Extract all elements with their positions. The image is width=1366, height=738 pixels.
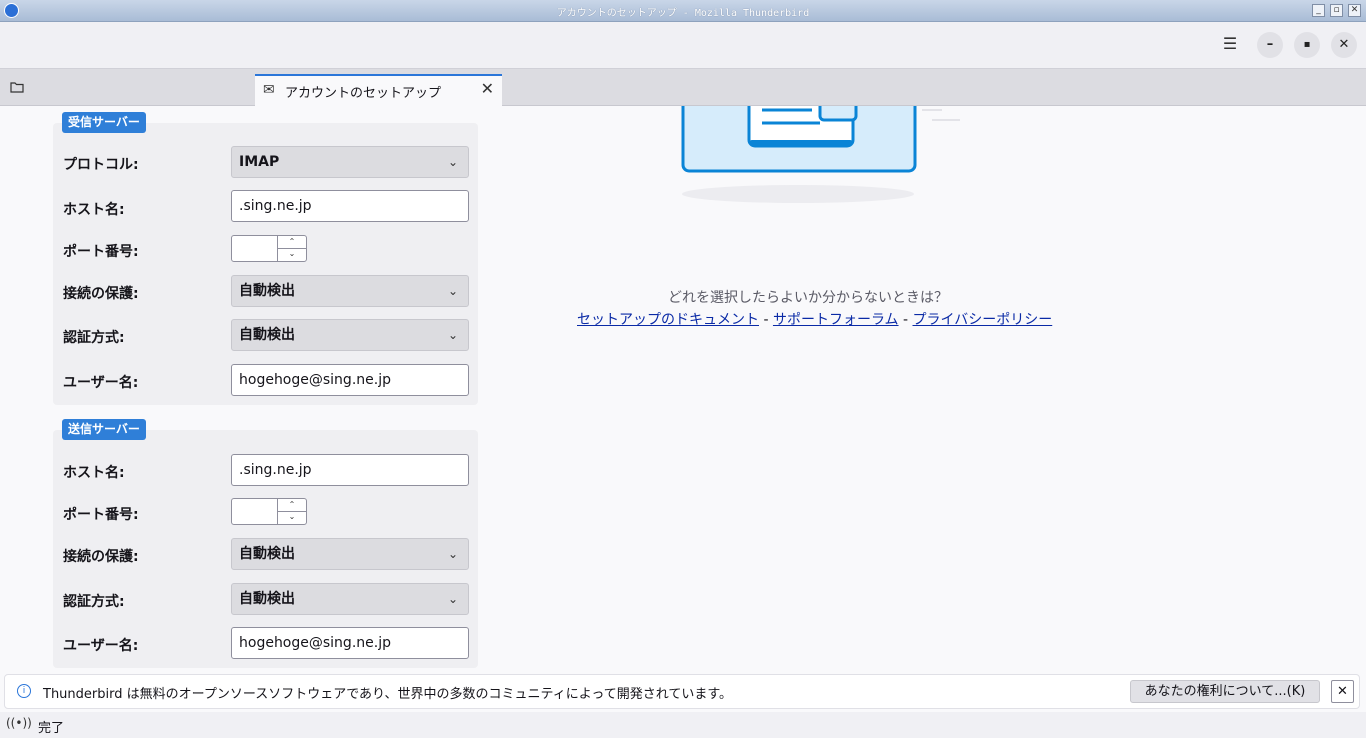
outgoing-security-label: 接続の保護: <box>63 549 139 565</box>
incoming-auth-value: 自動検出 <box>239 327 295 343</box>
incoming-port-arrows: ⌃ ⌄ <box>277 236 306 261</box>
outgoing-hostname-input[interactable]: .sing.ne.jp <box>231 454 469 486</box>
close-button[interactable]: ✕ <box>1331 32 1357 58</box>
know-your-rights-button[interactable]: あなたの権利について...(K) <box>1130 680 1320 703</box>
outgoing-hostname-label: ホスト名: <box>63 465 125 481</box>
outgoing-port-label: ポート番号: <box>63 507 139 523</box>
spinner-down-icon[interactable]: ⌄ <box>278 248 306 260</box>
info-icon: i <box>17 684 31 698</box>
support-forum-link[interactable]: サポートフォーラム <box>773 312 899 328</box>
status-bar: ((•)) 完了 <box>0 712 1366 738</box>
status-text: 完了 <box>38 721 65 736</box>
protocol-select[interactable]: IMAP ⌄ <box>231 146 469 178</box>
folder-icon <box>10 82 24 93</box>
outgoing-username-label: ユーザー名: <box>63 638 139 654</box>
minimize-button[interactable]: – <box>1257 32 1283 58</box>
outgoing-auth-label: 認証方式: <box>63 594 125 610</box>
link-separator: - <box>759 312 773 328</box>
outgoing-port-spinner[interactable]: ⌃ ⌄ <box>231 498 307 525</box>
notification-close-button[interactable]: ✕ <box>1331 680 1354 703</box>
outgoing-port-arrows: ⌃ ⌄ <box>277 499 306 524</box>
incoming-username-label: ユーザー名: <box>63 375 139 391</box>
link-separator: - <box>898 312 913 328</box>
notification-bar: i Thunderbird は無料のオープンソースソフトウェアであり、世界中の多… <box>4 674 1360 709</box>
incoming-username-input[interactable]: hogehoge@sing.ne.jp <box>231 364 469 396</box>
folder-tab-icon[interactable] <box>10 81 28 95</box>
tab-account-setup[interactable]: ✉ アカウントのセットアップ ✕ <box>255 74 502 106</box>
maximize-button[interactable]: ▪ <box>1294 32 1320 58</box>
setup-docs-link[interactable]: セットアップのドキュメント <box>577 312 759 328</box>
incoming-server-badge: 受信サーバー <box>62 112 146 133</box>
window-restore-button[interactable]: ▫ <box>1330 4 1343 17</box>
window-close-button[interactable]: ✕ <box>1348 4 1361 17</box>
incoming-hostname-input[interactable]: .sing.ne.jp <box>231 190 469 222</box>
tab-label: アカウントのセットアップ <box>285 86 442 101</box>
incoming-port-label: ポート番号: <box>63 244 139 260</box>
incoming-hostname-label: ホスト名: <box>63 202 125 218</box>
protocol-value: IMAP <box>239 154 280 170</box>
account-setup-illustration <box>681 106 960 203</box>
incoming-security-value: 自動検出 <box>239 283 295 299</box>
incoming-security-select[interactable]: 自動検出 ⌄ <box>231 275 469 307</box>
window-minimize-button[interactable]: _ <box>1312 4 1325 17</box>
outgoing-username-input[interactable]: hogehoge@sing.ne.jp <box>231 627 469 659</box>
chevron-down-icon: ⌄ <box>447 284 458 298</box>
spinner-down-icon[interactable]: ⌄ <box>278 511 306 523</box>
incoming-auth-select[interactable]: 自動検出 ⌄ <box>231 319 469 351</box>
account-setup-content: 受信サーバー プロトコル: IMAP ⌄ ホスト名: .sing.ne.jp ポ… <box>0 106 1366 674</box>
tab-strip: ✉ アカウントのセットアップ ✕ <box>0 69 1366 106</box>
online-status-icon[interactable]: ((•)) <box>6 716 32 730</box>
incoming-port-spinner[interactable]: ⌃ ⌄ <box>231 235 307 262</box>
chevron-down-icon: ⌄ <box>447 547 458 561</box>
outgoing-auth-select[interactable]: 自動検出 ⌄ <box>231 583 469 615</box>
notification-message: Thunderbird は無料のオープンソースソフトウェアであり、世界中の多数の… <box>43 687 733 702</box>
incoming-auth-label: 認証方式: <box>63 330 125 346</box>
help-links: セットアップのドキュメント - サポートフォーラム - プライバシーポリシー <box>577 309 1052 329</box>
window-title: アカウントのセットアップ - Mozilla Thunderbird <box>556 8 810 19</box>
hamburger-menu-icon[interactable]: ☰ <box>1218 34 1242 54</box>
chevron-down-icon: ⌄ <box>447 592 458 606</box>
window-titlebar: アカウントのセットアップ - Mozilla Thunderbird _ ▫ ✕ <box>0 0 1366 22</box>
outgoing-security-value: 自動検出 <box>239 546 295 562</box>
outgoing-security-select[interactable]: 自動検出 ⌄ <box>231 538 469 570</box>
outgoing-server-badge: 送信サーバー <box>62 419 146 440</box>
privacy-policy-link[interactable]: プライバシーポリシー <box>913 312 1053 328</box>
chevron-down-icon: ⌄ <box>447 328 458 342</box>
app-toolbar: ☰ – ▪ ✕ <box>0 22 1366 69</box>
outgoing-auth-value: 自動検出 <box>239 591 295 607</box>
chevron-down-icon: ⌄ <box>447 155 458 169</box>
protocol-label: プロトコル: <box>63 157 139 173</box>
help-question: どれを選択したらよいか分からないときは？ <box>668 290 948 306</box>
tab-close-icon[interactable]: ✕ <box>481 79 494 98</box>
mail-setup-icon: ✉ <box>263 82 275 98</box>
incoming-security-label: 接続の保護: <box>63 286 139 302</box>
